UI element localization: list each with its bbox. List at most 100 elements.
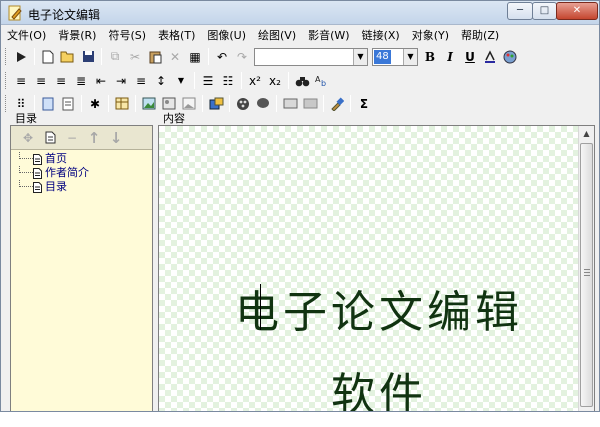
- button-shape-icon[interactable]: [280, 94, 300, 114]
- page-layout-icon[interactable]: [38, 94, 58, 114]
- font-name-select[interactable]: ▼: [254, 47, 368, 66]
- speech-bubble-icon[interactable]: [253, 94, 273, 114]
- add-node-icon[interactable]: ✥: [17, 128, 39, 148]
- justify-icon[interactable]: ≣: [71, 71, 91, 91]
- play-icon[interactable]: [11, 47, 31, 67]
- copy-icon[interactable]: ⧉: [105, 47, 125, 67]
- paste-icon[interactable]: [145, 47, 165, 67]
- toolbar-separator: [350, 95, 351, 112]
- format-toolbar: ≡ ≡ ≡ ≣ ⇤ ⇥ ≡ ↕ ▼ ☰ ☷ x² x₂ Ab: [1, 69, 599, 92]
- text-caret: [260, 284, 261, 330]
- menu-help[interactable]: 帮助(Z): [455, 26, 505, 45]
- chevron-down-icon[interactable]: ▼: [353, 48, 367, 65]
- toolbar-separator: [323, 95, 324, 112]
- tree-branch-line: [19, 166, 33, 173]
- sum-button[interactable]: Σ: [354, 94, 374, 114]
- window-title: 电子论文编辑: [28, 8, 101, 22]
- menu-object[interactable]: 对象(Y): [406, 26, 455, 45]
- toolbar-grip[interactable]: [5, 95, 8, 112]
- chevron-down-icon[interactable]: ▼: [403, 48, 417, 65]
- increase-indent-icon[interactable]: ⇥: [111, 71, 131, 91]
- insert-table-icon[interactable]: [112, 94, 132, 114]
- outline-tree-icon[interactable]: ⠿: [11, 94, 31, 114]
- outline-panel-label: 目录: [15, 112, 37, 125]
- tree-branch-line: [19, 152, 33, 159]
- vertical-scrollbar[interactable]: ▲: [578, 126, 594, 411]
- tree-item-author[interactable]: 作者简介: [15, 166, 89, 180]
- save-icon[interactable]: [78, 47, 98, 67]
- tree-item-home[interactable]: 首页: [15, 152, 89, 166]
- underline-button[interactable]: U: [460, 47, 480, 67]
- replace-icon[interactable]: Ab: [312, 71, 332, 91]
- insert-image-icon[interactable]: [139, 94, 159, 114]
- maximize-button[interactable]: □: [532, 2, 557, 20]
- tree-item-contents[interactable]: 目录: [15, 180, 89, 194]
- italic-button[interactable]: I: [440, 47, 460, 67]
- svg-text:b: b: [321, 79, 326, 87]
- menu-link[interactable]: 链接(X): [356, 26, 406, 45]
- font-size-select[interactable]: 48 ▼: [372, 47, 418, 66]
- menu-media[interactable]: 影音(W): [302, 26, 355, 45]
- button-shape-2-icon[interactable]: [300, 94, 320, 114]
- insert-picture-icon[interactable]: [159, 94, 179, 114]
- numbered-list-icon[interactable]: ☷: [218, 71, 238, 91]
- toolbar-separator: [135, 95, 136, 112]
- toolbar-grip[interactable]: [5, 72, 8, 89]
- toolbar-separator: [276, 95, 277, 112]
- insert-symbol-button[interactable]: ✱: [85, 94, 105, 114]
- content-editor[interactable]: 电子论文编辑 软件 ▲: [158, 125, 595, 411]
- insert-photo-icon[interactable]: [179, 94, 199, 114]
- color-palette-icon[interactable]: [500, 47, 520, 67]
- toolbar-grip[interactable]: [5, 48, 8, 65]
- font-size-value: 48: [374, 49, 391, 64]
- menu-symbol[interactable]: 符号(S): [102, 26, 152, 45]
- film-reel-icon[interactable]: [233, 94, 253, 114]
- align-left-icon[interactable]: ≡: [11, 71, 31, 91]
- outdent-icon[interactable]: ≡: [131, 71, 151, 91]
- open-folder-icon[interactable]: [58, 47, 78, 67]
- bold-button[interactable]: B: [420, 47, 440, 67]
- toolbar-separator: [34, 48, 35, 65]
- line-spacing-icon[interactable]: ↕: [151, 71, 171, 91]
- move-down-icon[interactable]: ↓: [105, 128, 127, 148]
- menu-file[interactable]: 文件(O): [1, 26, 52, 45]
- toolbar-separator: [34, 95, 35, 112]
- standard-toolbar: ⧉ ✂ ✕ ▦ ↶ ↷ ▼ 48 ▼ B I U: [1, 45, 599, 68]
- cut-icon[interactable]: ✂: [125, 47, 145, 67]
- align-right-icon[interactable]: ≡: [51, 71, 71, 91]
- title-bar[interactable]: 电子论文编辑 ─ □ ✕: [1, 1, 599, 25]
- align-center-icon[interactable]: ≡: [31, 71, 51, 91]
- menu-image[interactable]: 图像(U): [201, 26, 252, 45]
- document-title-line-2[interactable]: 软件: [209, 358, 549, 411]
- new-page-icon[interactable]: [39, 128, 61, 148]
- remove-node-icon[interactable]: −: [61, 128, 83, 148]
- scroll-up-icon[interactable]: ▲: [579, 126, 594, 142]
- undo-icon[interactable]: ↶: [212, 47, 232, 67]
- select-all-icon[interactable]: ▦: [185, 47, 205, 67]
- chevron-down-icon[interactable]: ▼: [171, 71, 191, 91]
- subscript-button[interactable]: x₂: [265, 71, 285, 91]
- page-border-icon[interactable]: [58, 94, 78, 114]
- move-up-icon[interactable]: ↑: [83, 128, 105, 148]
- find-binoculars-icon[interactable]: [292, 71, 312, 91]
- toolbar-separator: [241, 72, 242, 89]
- document-icon: [33, 168, 42, 179]
- outline-tree: 首页 作者简介 目录: [15, 152, 89, 194]
- menu-background[interactable]: 背景(R): [52, 26, 102, 45]
- superscript-button[interactable]: x²: [245, 71, 265, 91]
- close-button[interactable]: ✕: [556, 2, 598, 20]
- bullet-list-icon[interactable]: ☰: [198, 71, 218, 91]
- redo-icon[interactable]: ↷: [232, 47, 252, 67]
- outline-panel: ✥ − ↑ ↓ 首页 作者简介 目录: [10, 125, 153, 411]
- document-icon: [33, 154, 42, 165]
- scrollbar-thumb[interactable]: [580, 143, 593, 407]
- minimize-button[interactable]: ─: [507, 2, 533, 20]
- menu-draw[interactable]: 绘图(V): [252, 26, 302, 45]
- text-color-icon[interactable]: [480, 47, 500, 67]
- menu-table[interactable]: 表格(T): [152, 26, 201, 45]
- delete-icon[interactable]: ✕: [165, 47, 185, 67]
- insert-object-icon[interactable]: [206, 94, 226, 114]
- decrease-indent-icon[interactable]: ⇤: [91, 71, 111, 91]
- format-brush-icon[interactable]: [327, 94, 347, 114]
- new-document-icon[interactable]: [38, 47, 58, 67]
